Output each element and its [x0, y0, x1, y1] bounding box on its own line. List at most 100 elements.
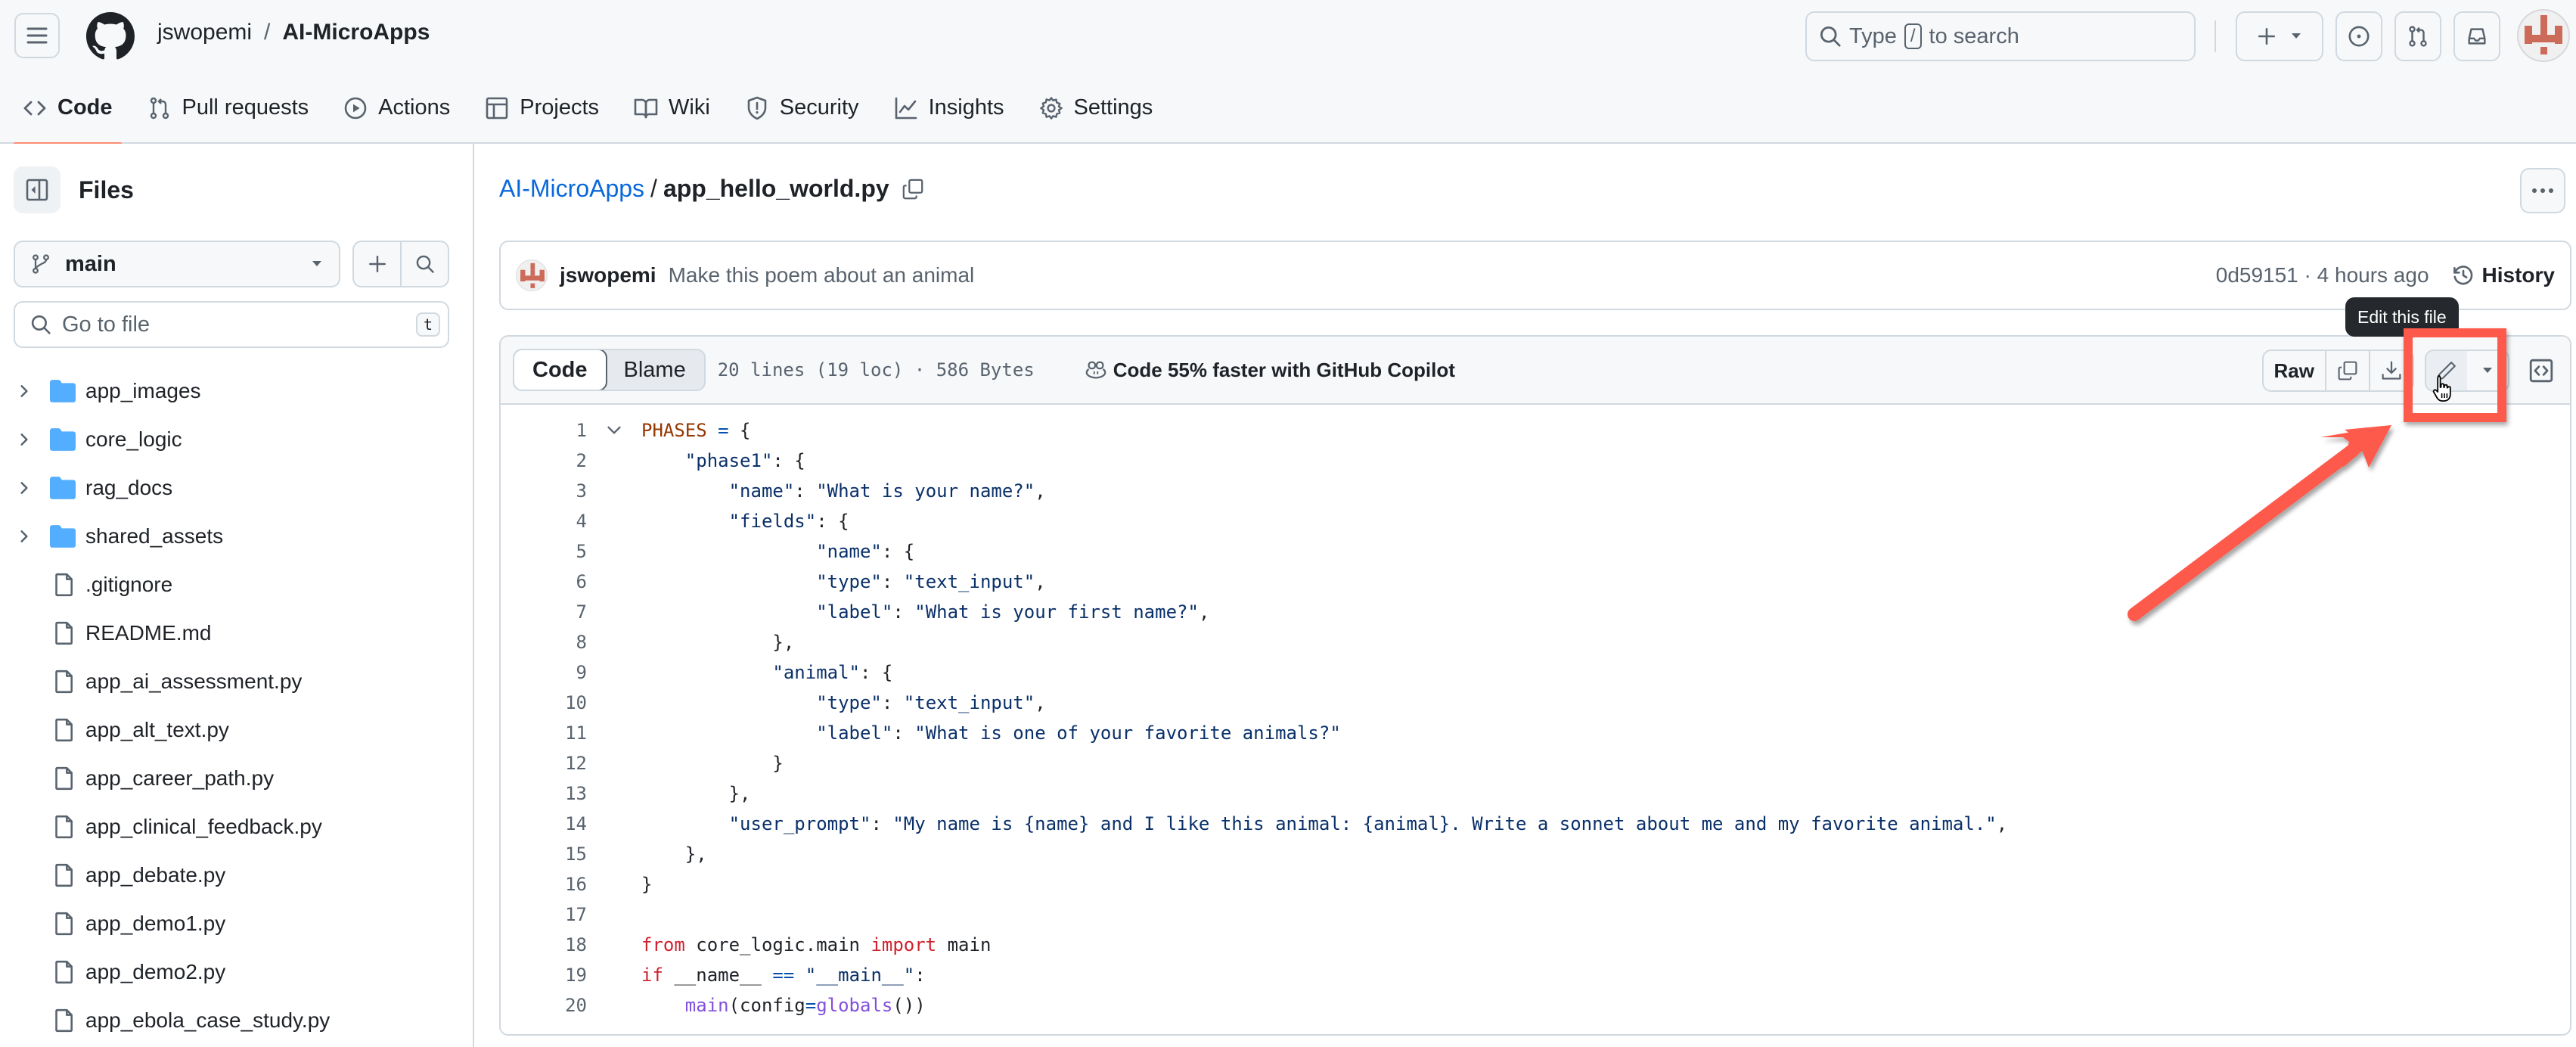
- tree-file[interactable]: app_alt_text.py: [0, 706, 473, 754]
- file-icon: [55, 960, 73, 984]
- fold-toggle[interactable]: [587, 425, 641, 436]
- code-line: 9 "animal": {: [501, 657, 2570, 688]
- folder-icon: [50, 380, 76, 402]
- line-number[interactable]: 9: [501, 662, 587, 683]
- collapse-sidebar-button[interactable]: [14, 166, 61, 213]
- raw-button[interactable]: Raw: [2264, 351, 2325, 390]
- line-number[interactable]: 2: [501, 450, 587, 471]
- tab-insights[interactable]: Insights: [894, 72, 1004, 144]
- tree-file[interactable]: app_ebola_case_study.py: [0, 996, 473, 1045]
- line-number[interactable]: 3: [501, 480, 587, 502]
- code-line: 6 "type": "text_input",: [501, 567, 2570, 597]
- chevron-right-icon[interactable]: [18, 480, 30, 496]
- copy-raw-button[interactable]: [2325, 351, 2369, 390]
- symbols-panel-button[interactable]: [2525, 354, 2558, 387]
- tab-pull-requests[interactable]: Pull requests: [147, 72, 309, 144]
- commit-author[interactable]: jswopemi: [560, 263, 656, 287]
- search-input[interactable]: Type / to search: [1805, 11, 2196, 61]
- line-number[interactable]: 4: [501, 511, 587, 532]
- issue-opened-icon: [2348, 26, 2370, 47]
- code-view-tab[interactable]: Code: [514, 350, 607, 390]
- create-new-button[interactable]: [2236, 11, 2323, 61]
- line-number[interactable]: 5: [501, 541, 587, 562]
- copilot-promo-link[interactable]: Code 55% faster with GitHub Copilot: [1085, 359, 1455, 382]
- tab-settings[interactable]: Settings: [1039, 72, 1153, 144]
- tree-file[interactable]: app_demo1.py: [0, 899, 473, 948]
- tree-item-label: app_demo2.py: [85, 960, 226, 983]
- inbox-button[interactable]: [2453, 11, 2500, 61]
- tree-item-label: app_ebola_case_study.py: [85, 1008, 331, 1032]
- line-number[interactable]: 1: [501, 420, 587, 441]
- line-number[interactable]: 14: [501, 813, 587, 834]
- pull-requests-button[interactable]: [2394, 11, 2441, 61]
- line-number[interactable]: 8: [501, 632, 587, 653]
- copilot-promo-text: Code 55% faster with GitHub Copilot: [1113, 358, 1455, 381]
- line-number[interactable]: 20: [501, 995, 587, 1016]
- chevron-right-icon[interactable]: [18, 529, 30, 544]
- chevron-right-icon[interactable]: [18, 384, 30, 399]
- code-line: 11 "label": "What is one of your favorit…: [501, 718, 2570, 748]
- tab-settings-label: Settings: [1073, 95, 1153, 120]
- user-avatar[interactable]: [2517, 9, 2570, 62]
- chevron-right-icon[interactable]: [18, 432, 30, 447]
- line-number[interactable]: 12: [501, 753, 587, 774]
- tree-file[interactable]: app_ai_assessment.py: [0, 657, 473, 706]
- branch-selector[interactable]: main: [14, 241, 340, 287]
- search-files-button[interactable]: [400, 242, 448, 286]
- tab-actions[interactable]: Actions: [343, 72, 450, 144]
- go-to-file-shortcut: t: [415, 312, 440, 337]
- table-icon: [486, 97, 508, 119]
- breadcrumb-repo-link[interactable]: AI-MicroApps: [499, 175, 644, 203]
- line-number[interactable]: 10: [501, 692, 587, 713]
- file-icon: [55, 1008, 73, 1033]
- history-button[interactable]: History: [2452, 263, 2555, 287]
- line-number[interactable]: 15: [501, 844, 587, 865]
- breadcrumb-file-name: app_hello_world.py: [663, 175, 889, 202]
- copy-path-button[interactable]: [902, 178, 924, 200]
- code-line: 19 if __name__ == "__main__":: [501, 960, 2570, 990]
- tree-file[interactable]: app_debate.py: [0, 851, 473, 899]
- repo-name-link[interactable]: AI-MicroApps: [282, 20, 430, 45]
- shield-icon: [747, 96, 767, 120]
- line-number[interactable]: 16: [501, 874, 587, 895]
- code-line: 15 },: [501, 839, 2570, 869]
- commit-meta[interactable]: 0d59151 · 4 hours ago: [2216, 263, 2429, 287]
- tree-file[interactable]: app_demo2.py: [0, 948, 473, 996]
- file-icon: [55, 912, 73, 936]
- add-file-button[interactable]: [354, 242, 400, 286]
- repo-owner-link[interactable]: jswopemi: [157, 20, 252, 45]
- tree-file[interactable]: app_career_path.py: [0, 754, 473, 803]
- github-logo-icon[interactable]: [86, 12, 135, 61]
- line-number[interactable]: 18: [501, 934, 587, 955]
- issues-button[interactable]: [2335, 11, 2382, 61]
- line-number[interactable]: 17: [501, 904, 587, 925]
- code-text: main(config=globals()): [684, 995, 926, 1016]
- go-to-file-input[interactable]: Go to file t: [14, 301, 449, 348]
- line-number[interactable]: 7: [501, 601, 587, 623]
- file-icon: [55, 766, 73, 791]
- tree-folder[interactable]: core_logic: [0, 415, 473, 464]
- search-icon: [416, 255, 434, 273]
- file-breadcrumb: AI-MicroApps / app_hello_world.py: [499, 175, 924, 203]
- tab-code[interactable]: Code: [14, 72, 121, 145]
- line-number[interactable]: 19: [501, 965, 587, 986]
- line-number[interactable]: 11: [501, 722, 587, 744]
- tab-security[interactable]: Security: [745, 72, 859, 144]
- tree-folder[interactable]: app_images: [0, 367, 473, 415]
- line-number[interactable]: 13: [501, 783, 587, 804]
- tree-file[interactable]: README.md: [0, 609, 473, 657]
- line-number[interactable]: 6: [501, 571, 587, 592]
- tree-folder[interactable]: rag_docs: [0, 464, 473, 512]
- more-options-button[interactable]: [2520, 168, 2565, 213]
- commit-author-avatar[interactable]: [516, 259, 548, 291]
- tab-projects[interactable]: Projects: [485, 72, 599, 144]
- tree-folder[interactable]: shared_assets: [0, 512, 473, 561]
- caret-down-icon: [312, 261, 321, 266]
- code-text: "type": "text_input",: [816, 571, 1046, 592]
- commit-message[interactable]: Make this poem about an animal: [669, 263, 975, 287]
- blame-view-tab[interactable]: Blame: [606, 350, 704, 390]
- menu-button[interactable]: [14, 13, 60, 58]
- tree-file[interactable]: app_clinical_feedback.py: [0, 803, 473, 851]
- tree-file[interactable]: .gitignore: [0, 561, 473, 609]
- tab-wiki[interactable]: Wiki: [634, 72, 710, 144]
